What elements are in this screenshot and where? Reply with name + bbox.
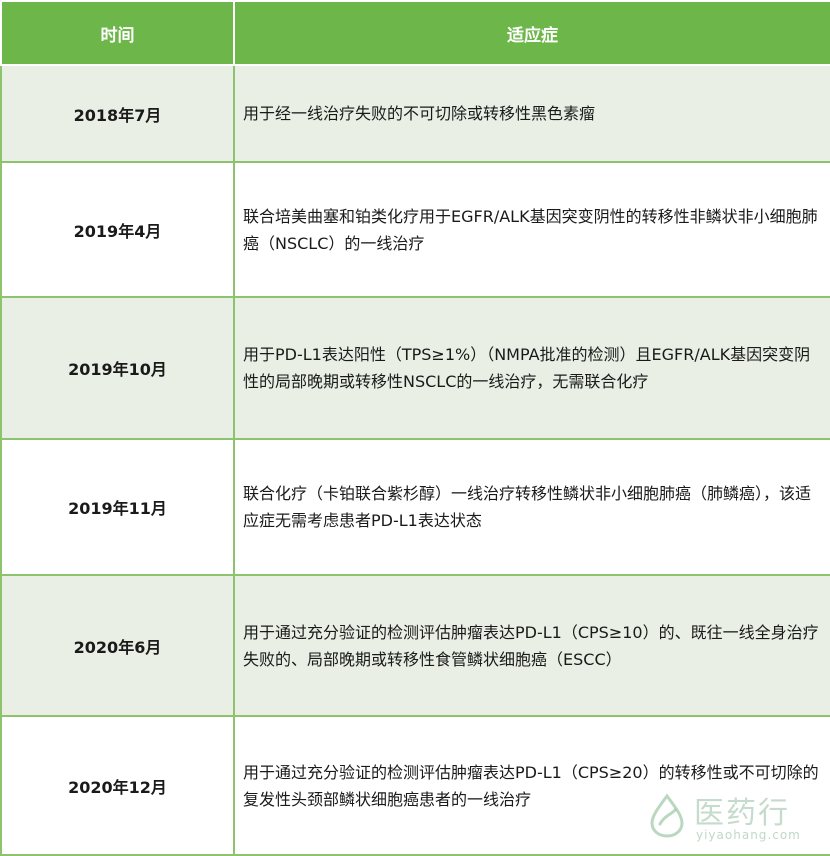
table-row: 2019年10月 用于PD-L1表达阳性（TPS≥1%）（NMPA批准的检测）且… [1,297,830,439]
row-date: 2019年10月 [1,297,234,439]
table-header-row: 时间 适应症 [1,1,830,65]
row-date: 2019年11月 [1,439,234,575]
table-row: 2020年12月 用于通过充分验证的检测评估肿瘤表达PD-L1（CPS≥20）的… [1,716,830,855]
row-indication: 用于经一线治疗失败的不可切除或转移性黑色素瘤 [234,65,830,162]
header-indication: 适应症 [234,1,830,65]
row-date: 2020年6月 [1,575,234,716]
table-row: 2020年6月 用于通过充分验证的检测评估肿瘤表达PD-L1（CPS≥10）的、… [1,575,830,716]
row-indication: 联合培美曲塞和铂类化疗用于EGFR/ALK基因突变阴性的转移性非鳞状非小细胞肺癌… [234,162,830,297]
header-date: 时间 [1,1,234,65]
row-indication: 用于通过充分验证的检测评估肿瘤表达PD-L1（CPS≥10）的、既往一线全身治疗… [234,575,830,716]
row-date: 2019年4月 [1,162,234,297]
table-row: 2018年7月 用于经一线治疗失败的不可切除或转移性黑色素瘤 [1,65,830,162]
row-indication: 用于通过充分验证的检测评估肿瘤表达PD-L1（CPS≥20）的转移性或不可切除的… [234,716,830,855]
row-indication: 用于PD-L1表达阳性（TPS≥1%）（NMPA批准的检测）且EGFR/ALK基… [234,297,830,439]
table-row: 2019年4月 联合培美曲塞和铂类化疗用于EGFR/ALK基因突变阴性的转移性非… [1,162,830,297]
table-row: 2019年11月 联合化疗（卡铂联合紫杉醇）一线治疗转移性鳞状非小细胞肺癌（肺鳞… [1,439,830,575]
indications-table: 时间 适应症 2018年7月 用于经一线治疗失败的不可切除或转移性黑色素瘤 20… [0,0,830,856]
row-date: 2020年12月 [1,716,234,855]
row-date: 2018年7月 [1,65,234,162]
row-indication: 联合化疗（卡铂联合紫杉醇）一线治疗转移性鳞状非小细胞肺癌（肺鳞癌），该适应症无需… [234,439,830,575]
